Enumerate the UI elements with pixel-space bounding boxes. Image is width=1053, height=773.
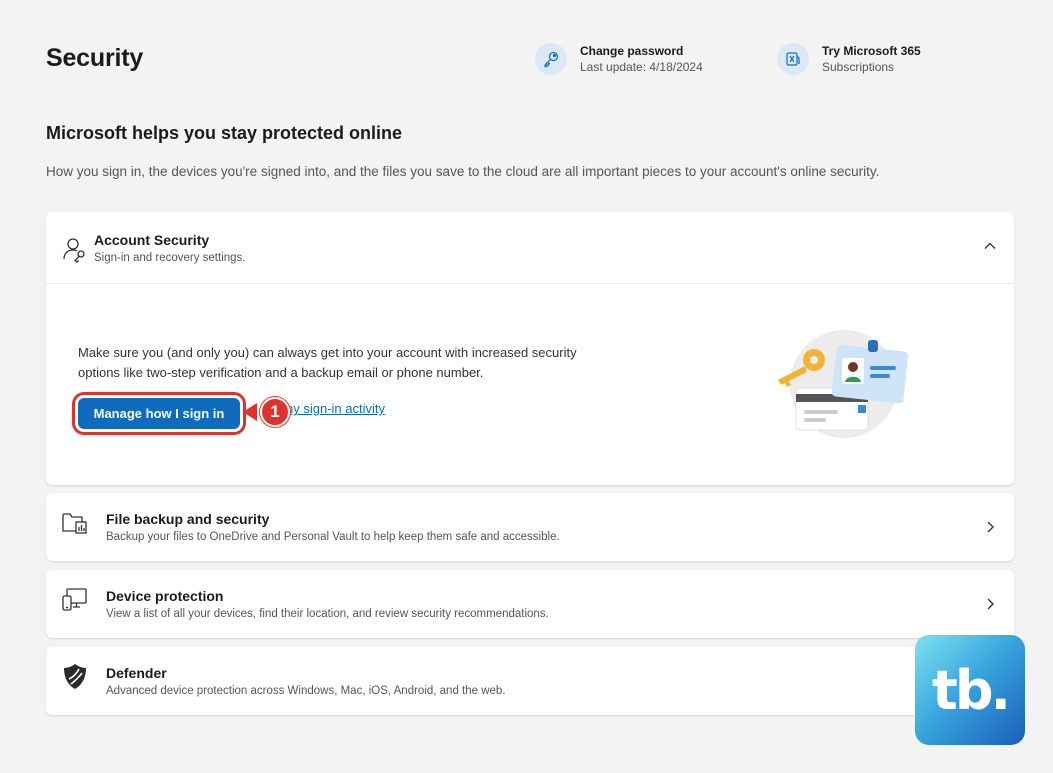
change-password-link[interactable]: Change password Last update: 4/18/2024 xyxy=(535,43,703,75)
sign-in-activity-link[interactable]: ny sign-in activity xyxy=(286,401,385,416)
tb-watermark-logo: tb. xyxy=(915,635,1025,745)
account-security-header[interactable]: Account Security Sign-in and recovery se… xyxy=(46,212,1014,284)
annotation-arrow xyxy=(243,403,257,421)
change-password-title: Change password xyxy=(580,44,684,58)
m365-icon xyxy=(777,43,809,75)
file-backup-title: File backup and security xyxy=(106,511,270,527)
defender-title: Defender xyxy=(106,665,167,681)
security-illustration xyxy=(778,330,909,438)
account-security-body: Make sure you (and only you) can always … xyxy=(78,345,577,380)
annotation-badge: 1 xyxy=(260,397,290,427)
account-security-subtitle: Sign-in and recovery settings. xyxy=(94,252,246,264)
defender-shield-icon xyxy=(64,664,86,689)
file-backup-subtitle: Backup your files to OneDrive and Person… xyxy=(106,531,560,543)
subscriptions-label: Subscriptions xyxy=(822,60,895,74)
folder-chart-icon xyxy=(62,513,87,534)
devices-icon xyxy=(62,588,87,611)
section-description: How you sign in, the devices you're sign… xyxy=(46,164,880,179)
account-security-card: Account Security Sign-in and recovery se… xyxy=(46,212,1014,485)
chevron-right-icon[interactable] xyxy=(982,596,998,612)
account-security-title: Account Security xyxy=(94,232,210,248)
key-icon xyxy=(535,43,567,75)
manage-sign-in-button[interactable]: Manage how I sign in xyxy=(78,398,240,429)
change-password-date: Last update: 4/18/2024 xyxy=(580,60,703,74)
section-heading: Microsoft helps you stay protected onlin… xyxy=(46,123,403,143)
defender-subtitle: Advanced device protection across Window… xyxy=(106,685,506,697)
user-key-icon xyxy=(63,238,85,263)
device-protection-subtitle: View a list of all your devices, find th… xyxy=(106,608,549,620)
chevron-right-icon[interactable] xyxy=(982,519,998,535)
try-microsoft365-title: Try Microsoft 365 xyxy=(822,44,921,58)
file-backup-card[interactable]: File backup and security Backup your fil… xyxy=(46,493,1014,561)
defender-card[interactable]: Defender Advanced device protection acro… xyxy=(46,647,1014,715)
page-title: Security xyxy=(46,44,144,72)
device-protection-title: Device protection xyxy=(106,588,224,604)
device-protection-card[interactable]: Device protection View a list of all you… xyxy=(46,570,1014,638)
try-microsoft365-link[interactable]: Try Microsoft 365 Subscriptions xyxy=(777,43,921,75)
chevron-up-icon[interactable] xyxy=(982,238,998,254)
